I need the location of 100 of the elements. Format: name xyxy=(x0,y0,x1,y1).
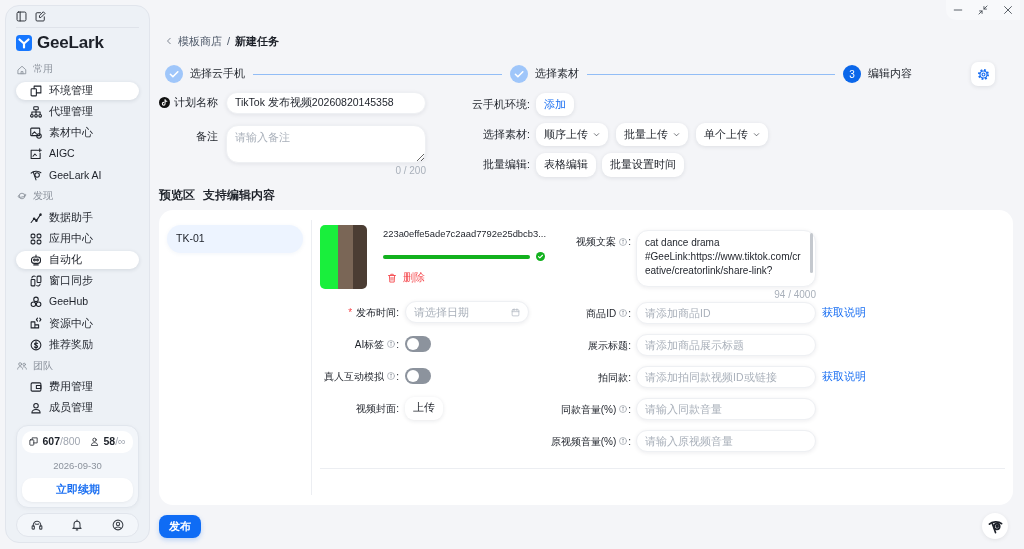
team-icon xyxy=(17,360,27,371)
text-field[interactable]: 请添加商品ID xyxy=(636,302,816,324)
sidebar-item[interactable]: 代理管理 xyxy=(16,102,139,121)
sidebar-item[interactable]: 素材中心 xyxy=(16,123,139,142)
field-label: 发布时间: xyxy=(356,305,399,319)
profile-icon[interactable] xyxy=(111,518,124,531)
logo-icon xyxy=(16,35,32,51)
sync-icon xyxy=(30,275,42,288)
sidebar-item[interactable]: 资源中心 xyxy=(16,314,139,333)
help-link[interactable]: 获取说明 xyxy=(822,370,866,384)
dropdown-button[interactable]: 单个上传 xyxy=(696,123,768,146)
brand-name: GeeLark xyxy=(37,31,104,54)
toggle-switch[interactable] xyxy=(405,368,431,384)
home-icon xyxy=(17,64,27,75)
expiry-date: 2026-09-30 xyxy=(52,458,103,473)
assistant-button[interactable] xyxy=(982,513,1008,539)
date-field[interactable]: 请选择日期 xyxy=(405,301,529,323)
collapse-icon[interactable] xyxy=(978,5,988,15)
breadcrumb-separator: / xyxy=(227,33,231,49)
step-label: 选择素材 xyxy=(534,67,579,81)
caret-icon xyxy=(593,131,600,138)
sidebar-item[interactable]: AIGC xyxy=(16,145,139,164)
sidebar-item[interactable]: 数据助手 xyxy=(16,208,139,227)
member-count: 58/∞ xyxy=(103,434,126,449)
wallet-icon xyxy=(30,380,42,393)
sidebar-toggle-icon[interactable] xyxy=(16,11,27,22)
eye-icon xyxy=(30,169,42,182)
renew-button[interactable]: 立即续期 xyxy=(22,477,133,502)
sidebar-item[interactable]: 环境管理 xyxy=(16,81,139,100)
dropdown-button[interactable]: 批量上传 xyxy=(616,123,688,146)
batch-button[interactable]: 批量设置时间 xyxy=(602,153,684,177)
planet-icon xyxy=(17,191,27,202)
devices-icon xyxy=(30,84,42,97)
user-icon xyxy=(90,437,100,447)
text-field[interactable]: 请输入原视频音量 xyxy=(636,430,816,452)
field-label: AI标签 xyxy=(354,337,385,351)
sidebar-item[interactable]: 自动化 xyxy=(16,250,139,269)
section-title: 发现 xyxy=(33,190,53,203)
sidebar-item[interactable]: 应用中心 xyxy=(16,229,139,248)
sidebar-item[interactable]: 窗口同步 xyxy=(16,272,139,291)
account-tab[interactable]: TK-01 xyxy=(167,225,303,253)
text-field[interactable]: 请添加拍同款视频ID或链接 xyxy=(636,366,816,388)
note-field[interactable]: 请输入备注 xyxy=(226,125,426,163)
sidebar-item[interactable]: GeeHub xyxy=(16,293,139,312)
sidebar-item[interactable]: 推荐奖励 xyxy=(16,335,139,354)
character-counter: 0 / 200 xyxy=(394,165,426,177)
toggle-switch[interactable] xyxy=(405,336,431,352)
section-heading: 预览区 xyxy=(159,187,195,203)
caret-icon xyxy=(753,131,760,138)
upload-button[interactable]: 上传 xyxy=(405,396,443,420)
label-colon: : xyxy=(628,434,631,448)
bell-icon[interactable] xyxy=(71,518,84,531)
edit-icon[interactable] xyxy=(35,11,46,22)
batch-button[interactable]: 表格编辑 xyxy=(536,153,596,177)
sidebar-item[interactable]: GeeLark AI xyxy=(16,166,139,185)
text-field[interactable]: 请输入同款音量 xyxy=(636,398,816,420)
section-subtitle: 支持编辑内容 xyxy=(203,187,275,203)
sidebar-item[interactable]: 成员管理 xyxy=(16,399,139,418)
required-mark: * xyxy=(348,305,353,319)
headset-icon[interactable] xyxy=(31,518,44,531)
character-counter: 94 / 4000 xyxy=(773,288,816,302)
label-colon: : xyxy=(396,369,399,383)
breadcrumb-link[interactable]: 模板商店 xyxy=(178,33,222,49)
music-note-icon xyxy=(159,97,170,109)
label-colon: : xyxy=(628,235,631,248)
trash-icon xyxy=(387,273,397,283)
field-label: 计划名称 xyxy=(174,96,218,110)
video-thumbnail xyxy=(320,225,367,289)
label-colon: : xyxy=(628,306,631,320)
help-link[interactable]: 获取说明 xyxy=(822,306,866,320)
field-label: 同款音量(%) xyxy=(560,402,617,416)
field-label: 真人互动模拟 xyxy=(324,369,385,383)
section-title: 常用 xyxy=(33,63,53,76)
delete-button[interactable]: 删除 xyxy=(383,271,429,285)
sidebar-item[interactable]: 费用管理 xyxy=(16,377,139,396)
calendar-icon xyxy=(511,307,520,317)
label-colon: : xyxy=(628,402,631,416)
publish-button[interactable]: 发布 xyxy=(159,514,201,538)
chart-icon xyxy=(30,211,42,224)
text-field[interactable]: 请添加商品展示标题 xyxy=(636,334,816,356)
settings-button[interactable] xyxy=(971,62,995,86)
image-icon xyxy=(30,126,42,139)
device-count: 607/800 xyxy=(42,434,81,449)
field-label: 备注 xyxy=(196,130,218,144)
add-button[interactable]: 添加 xyxy=(536,93,574,116)
circles-icon xyxy=(30,296,42,309)
close-icon[interactable] xyxy=(1002,5,1013,15)
page-title: 新建任务 xyxy=(235,33,280,49)
scrollbar-thumb[interactable] xyxy=(810,233,813,273)
sparkle-image-icon xyxy=(30,148,42,161)
caption-field[interactable]: cat dance drama #GeeLink:https://www.tiktok.com/creative/creatorlink/share-link? xyxy=(636,230,816,287)
field-label: 视频封面: xyxy=(356,401,399,415)
plan-name-field[interactable]: TikTok 发布视频20260820145358 xyxy=(226,92,426,114)
eye-icon xyxy=(987,518,1003,534)
step-label: 选择云手机 xyxy=(190,67,245,81)
blocks-icon xyxy=(30,317,42,330)
field-label: 视频文案 xyxy=(576,235,617,248)
dollar-icon xyxy=(30,338,42,351)
dropdown-button[interactable]: 顺序上传 xyxy=(536,123,608,146)
field-label: 商品ID xyxy=(586,306,617,320)
